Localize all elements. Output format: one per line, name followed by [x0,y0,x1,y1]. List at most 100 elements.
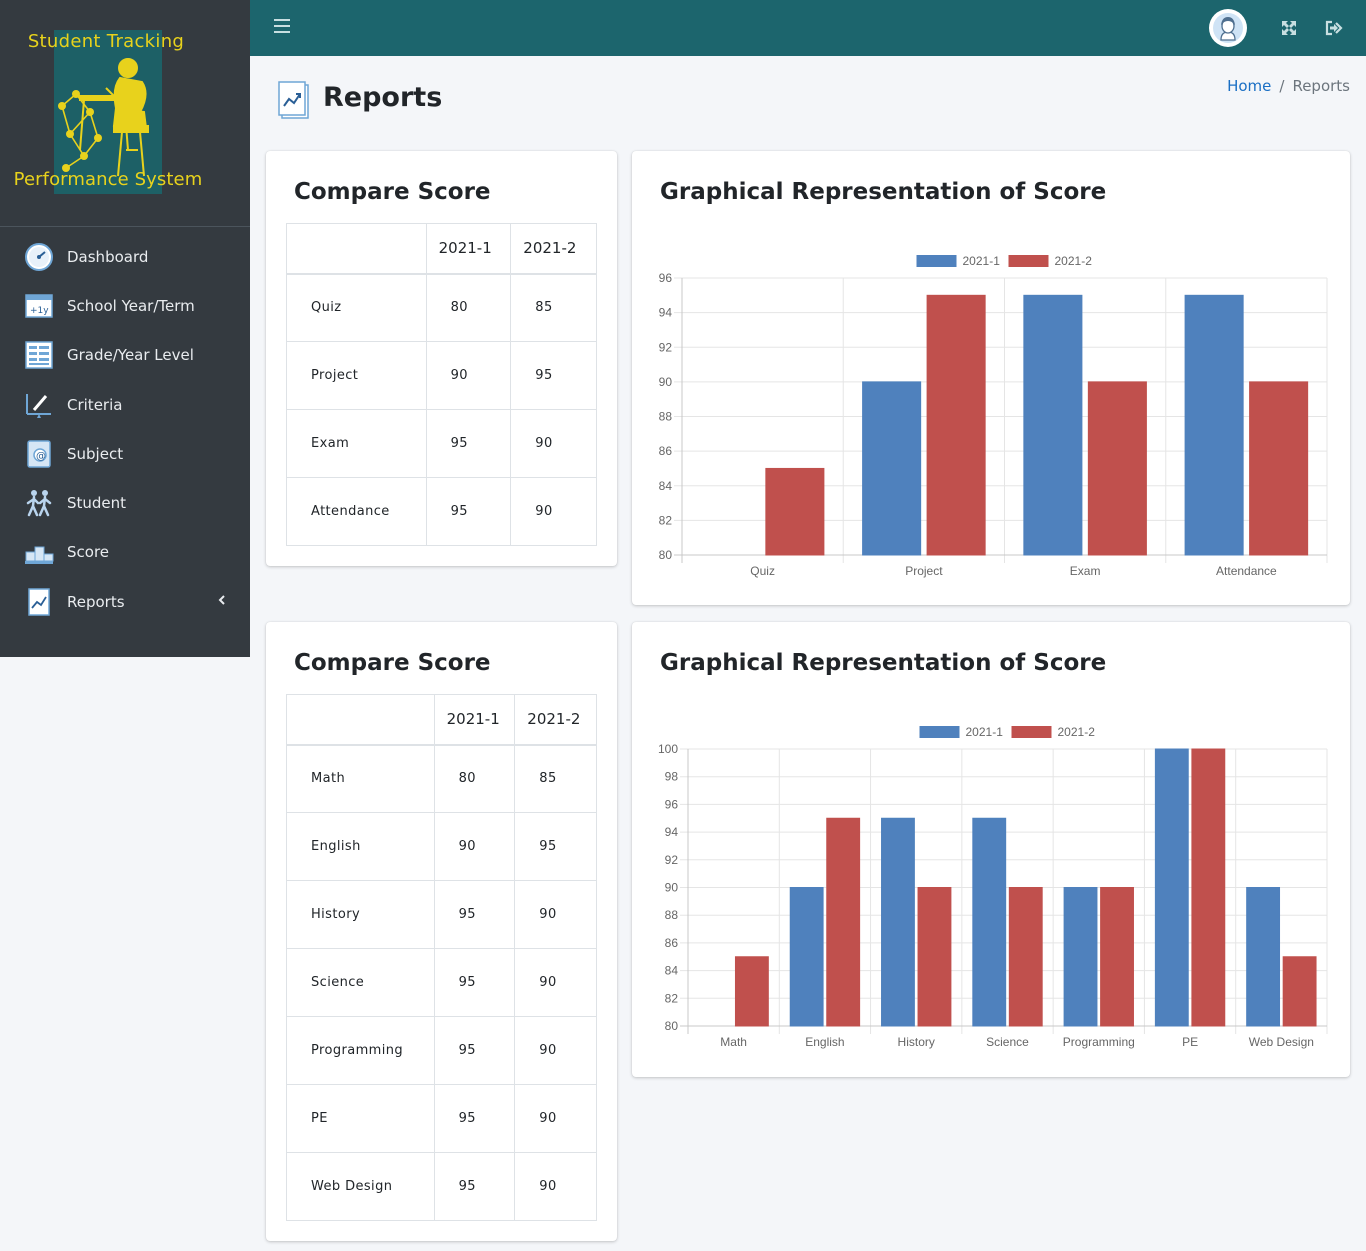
table-row: Programming 95 90 [286,1016,597,1085]
bar-2021-2-attendance [1249,381,1309,556]
brand-logo[interactable]: Student Tracking Performance System [0,0,250,227]
y-tick-label: 82 [659,513,673,527]
sidebar-item-criteria[interactable]: Criteria [0,380,250,429]
calendar-plus-icon: +1y [24,291,54,321]
cell-term-1: 95 [433,1016,516,1085]
top-navbar [250,0,1366,56]
sidebar-item-reports[interactable]: Reports [0,577,250,626]
legend-label: 2021-1 [966,725,1004,739]
cell-term-1: 90 [433,812,516,881]
bar-2021-2-quiz [765,467,825,556]
podium-icon [24,537,54,567]
x-tick-label: Quiz [750,564,775,578]
cell-term-2: 90 [514,1084,597,1153]
row-label: Exam [286,409,427,478]
svg-text:@: @ [36,451,46,462]
y-tick-label: 90 [659,375,673,389]
sidebar-item-score[interactable]: Score [0,528,250,577]
legend-swatch [919,726,960,738]
cell-term-2: 85 [514,744,597,813]
table-row: PE 95 90 [286,1084,597,1153]
expand-icon[interactable] [1279,18,1299,38]
sign-out-icon[interactable] [1324,18,1344,38]
bar-2021-1-science [972,817,1007,1027]
sidebar-item-school-year-term[interactable]: +1y School Year/Term [0,281,250,330]
bar-2021-1-attendance [1184,294,1244,556]
sidebar-item-student[interactable]: Student [0,478,250,527]
cell-term-1: 80 [425,273,512,342]
x-tick-label: Programming [1063,1035,1135,1049]
breadcrumb-current: Reports [1292,77,1350,95]
page-title: Reports [323,82,443,113]
cell-term-1: 80 [433,744,516,813]
sidebar-item-grade-year-level[interactable]: Grade/Year Level [0,331,250,380]
sidebar-item-label: Criteria [67,395,123,414]
brand-title-line2: Performance System [13,169,203,190]
column-header-term-2: 2021-2 [514,694,597,746]
x-tick-label: English [805,1035,844,1049]
compare-score-card-2: Compare Score 2021-1 2021-2 Math 80 85 Eng… [266,622,617,1241]
y-tick-label: 96 [665,797,679,811]
bar-2021-2-english [826,817,861,1027]
x-tick-label: Exam [1070,564,1101,578]
cell-term-1: 95 [425,477,512,546]
table-header-row: 2021-1 2021-2 [286,223,597,275]
legend-swatch [1011,726,1052,738]
cell-term-1: 95 [433,1084,516,1153]
row-label: Math [286,744,435,813]
y-tick-label: 82 [665,991,679,1005]
sidebar-item-dashboard[interactable]: Dashboard [0,232,250,281]
compare-score-table: 2021-1 2021-2 Quiz 80 85 Project 90 95 Exam 9… [286,223,597,546]
y-tick-label: 94 [665,825,679,839]
bar-2021-2-project [926,294,986,556]
sidebar-item-label: Grade/Year Level [67,346,194,365]
chevron-left-icon[interactable] [218,593,226,609]
main-sidebar: Student Tracking Performance System Dash… [0,0,250,657]
table-row: Math 80 85 [286,744,597,813]
subject-book-icon: @ [24,439,54,469]
sidebar-item-label: School Year/Term [67,296,195,315]
table-row: Project 90 95 [286,341,597,410]
bar-2021-2-programming [1100,887,1134,1027]
breadcrumb: Home / Reports [1227,77,1350,95]
bar-2021-1-programming [1063,887,1098,1027]
cell-term-2: 95 [510,341,597,410]
grid-form-icon [24,340,54,370]
bar-2021-2-math [734,956,769,1027]
row-label: Project [286,341,427,410]
column-header-blank [286,223,427,275]
score-bar-chart-1: 2021-1 2021-2 80 82 84 86 88 90 92 94 96 Quiz Projec… [659,254,1328,578]
report-chart-icon [24,587,54,617]
sidebar-item-label: Score [67,543,110,562]
column-header-term-1: 2021-1 [433,694,516,746]
legend-swatch [1008,255,1049,267]
card-title: Compare Score [294,179,491,205]
breadcrumb-home-link[interactable]: Home [1227,77,1271,95]
table-row: Science 95 90 [286,948,597,1017]
y-tick-label: 86 [659,444,673,458]
table-row: History 95 90 [286,880,597,949]
y-tick-label: 94 [659,306,673,320]
table-row: Attendance 95 90 [286,477,597,546]
sidebar-item-subject[interactable]: @ Subject [0,429,250,478]
y-tick-label: 80 [665,1019,679,1033]
dashboard-gauge-icon [24,242,54,272]
table-header-row: 2021-1 2021-2 [286,694,597,746]
row-label: Science [286,948,435,1017]
y-tick-label: 80 [659,548,673,562]
x-tick-label: Math [720,1035,747,1049]
y-tick-label: 92 [665,853,679,867]
row-label: Web Design [286,1152,435,1221]
bar-2021-1-web-design [1246,887,1281,1027]
compare-score-card-1: Compare Score 2021-1 2021-2 Quiz 80 85 Pro… [266,151,617,566]
svg-text:+1y: +1y [30,306,49,316]
bar-2021-1-project [862,381,922,556]
legend-label: 2021-2 [1058,725,1096,739]
row-label: English [286,812,435,881]
user-avatar-icon[interactable] [1209,9,1247,47]
hamburger-icon[interactable] [274,19,290,33]
y-tick-label: 98 [665,770,679,784]
x-tick-label: History [898,1035,935,1049]
column-header-term-2: 2021-2 [510,223,597,275]
brand-title-line1: Student Tracking [27,31,185,52]
